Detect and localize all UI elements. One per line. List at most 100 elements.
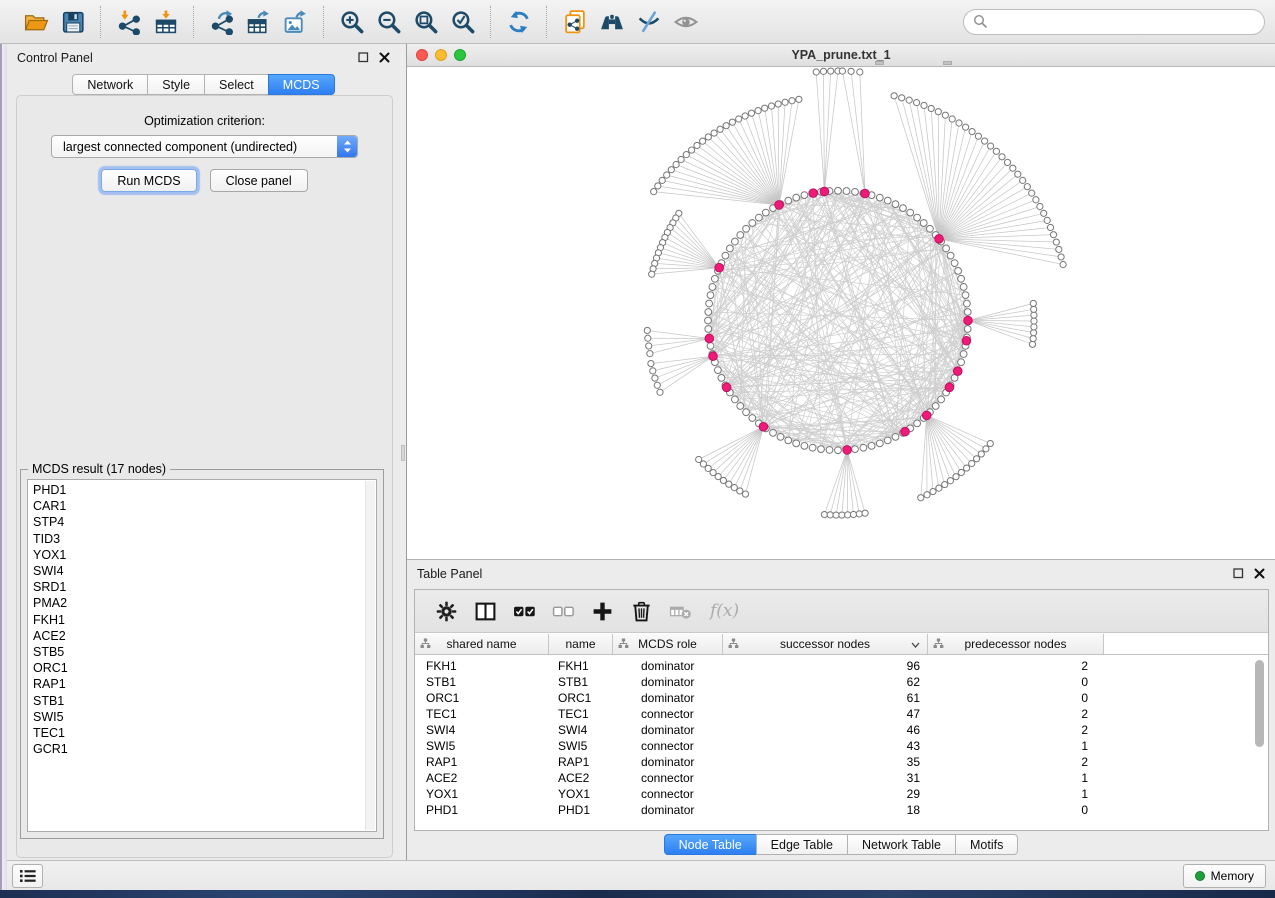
mcds-list-scrollbar[interactable] [365,481,375,830]
import-table-icon[interactable] [147,6,184,37]
splitter-handle-icon[interactable] [401,445,405,461]
mcds-result-list[interactable]: PHD1CAR1STP4TID3YOX1SWI4SRD1PMA2FKH1ACE2… [27,479,377,832]
table-cell: ACE2 [549,771,613,785]
apply-layout-icon[interactable] [500,6,537,37]
column-header-mcds-role[interactable]: MCDS role [613,634,723,654]
column-header-shared-name[interactable]: shared name [415,634,549,654]
column-header-successor-nodes[interactable]: successor nodes [723,634,928,654]
mcds-result-item: PHD1 [33,482,376,498]
column-label: successor nodes [780,637,870,651]
table-cell: SWI4 [415,723,549,737]
status-bar: Memory [7,860,1275,890]
column-type-icon [420,638,431,649]
table-cell: SWI4 [549,723,613,737]
open-file-icon[interactable] [17,6,54,37]
import-network-icon[interactable] [110,6,147,37]
tab-mcds[interactable]: MCDS [268,74,335,95]
mcds-result-item: SRD1 [33,579,376,595]
tab-motifs[interactable]: Motifs [955,834,1018,855]
table-cell: 0 [928,691,1104,705]
table-row[interactable]: SWI4SWI4dominator462 [415,722,1268,738]
export-image-icon[interactable] [277,6,314,37]
optimization-criterion-select[interactable]: largest connected component (undirected) [51,135,358,158]
table-cell: SWI5 [415,739,549,753]
tab-node-table[interactable]: Node Table [664,834,757,855]
table-cell: dominator [613,659,723,673]
first-neighbors-icon[interactable] [593,6,630,37]
save-session-icon[interactable] [54,6,91,37]
table-row[interactable]: ORC1ORC1dominator610 [415,690,1268,706]
tab-network-table[interactable]: Network Table [847,834,956,855]
deselect-all-icon[interactable] [544,594,583,628]
float-panel-icon[interactable] [358,52,369,63]
table-cell: TEC1 [549,707,613,721]
table-cell: 43 [723,739,928,753]
control-panel-tabs: NetworkStyleSelectMCDS [7,74,400,95]
close-panel-button[interactable]: Close panel [210,169,308,192]
add-icon[interactable] [583,594,622,628]
table-cell: 31 [723,771,928,785]
window-minimize-button[interactable] [435,49,447,61]
tab-edge-table[interactable]: Edge Table [756,834,848,855]
zoom-in-icon[interactable] [333,6,370,37]
table-row[interactable]: TEC1TEC1connector472 [415,706,1268,722]
mcds-result-item: TEC1 [33,725,376,741]
memory-button[interactable]: Memory [1183,864,1266,888]
panel-splitter-vertical[interactable] [400,44,407,860]
control-panel-title: Control Panel [17,51,93,65]
column-header-name[interactable]: name [549,634,613,654]
export-network-icon[interactable] [203,6,240,37]
table-row[interactable]: FKH1FKH1dominator962 [415,658,1268,674]
zoom-fit-icon[interactable] [407,6,444,37]
toolbar-group [8,6,100,38]
table-row[interactable]: PHD1PHD1dominator180 [415,802,1268,818]
table-cell: 1 [928,739,1104,753]
table-cell: 2 [928,707,1104,721]
mcds-result-item: CAR1 [33,498,376,514]
search-box [963,9,1265,35]
column-header-predecessor-nodes[interactable]: predecessor nodes [928,634,1104,654]
table-cell: 0 [928,803,1104,817]
mcds-result-title: MCDS result (17 nodes) [28,462,170,476]
status-list-button[interactable] [12,864,43,888]
cytoscape-app: Control Panel NetworkStyleSelectMCDS Opt… [0,0,1275,898]
close-panel-icon[interactable] [1254,568,1265,579]
select-all-icon[interactable] [505,594,544,628]
zoom-selected-icon[interactable] [444,6,481,37]
table-row[interactable]: RAP1RAP1dominator352 [415,754,1268,770]
show-all-icon [667,6,704,37]
mcds-result-item: SWI5 [33,709,376,725]
table-row[interactable]: STB1STB1dominator620 [415,674,1268,690]
table-scrollbar[interactable] [1255,660,1264,747]
close-panel-icon[interactable] [379,52,390,63]
delete-icon[interactable] [622,594,661,628]
table-row[interactable]: SWI5SWI5connector431 [415,738,1268,754]
tab-select[interactable]: Select [204,74,269,95]
optimization-criterion-label: Optimization criterion: [17,114,392,128]
table-row[interactable]: ACE2ACE2connector311 [415,770,1268,786]
tab-network[interactable]: Network [72,74,148,95]
mcds-result-item: SWI4 [33,563,376,579]
network-canvas[interactable] [407,67,1275,560]
window-close-button[interactable] [416,49,428,61]
table-cell: ORC1 [549,691,613,705]
table-cell: YOX1 [549,787,613,801]
table-cell: connector [613,707,723,721]
run-mcds-button[interactable]: Run MCDS [101,169,196,192]
settings-icon[interactable] [427,594,466,628]
desktop-wallpaper-left [0,44,7,890]
column-label: shared name [446,637,516,651]
table-row[interactable]: YOX1YOX1connector291 [415,786,1268,802]
table-rows: FKH1FKH1dominator962STB1STB1dominator620… [415,655,1268,818]
float-panel-icon[interactable] [1233,568,1244,579]
hide-selected-icon[interactable] [630,6,667,37]
split-columns-icon[interactable] [466,594,505,628]
search-input[interactable] [992,10,1264,34]
table-cell: 0 [928,675,1104,689]
zoom-out-icon[interactable] [370,6,407,37]
window-zoom-button[interactable] [454,49,466,61]
new-network-from-selection-icon[interactable] [556,6,593,37]
export-table-icon[interactable] [240,6,277,37]
tab-style[interactable]: Style [147,74,205,95]
toolbar-group [193,6,323,38]
